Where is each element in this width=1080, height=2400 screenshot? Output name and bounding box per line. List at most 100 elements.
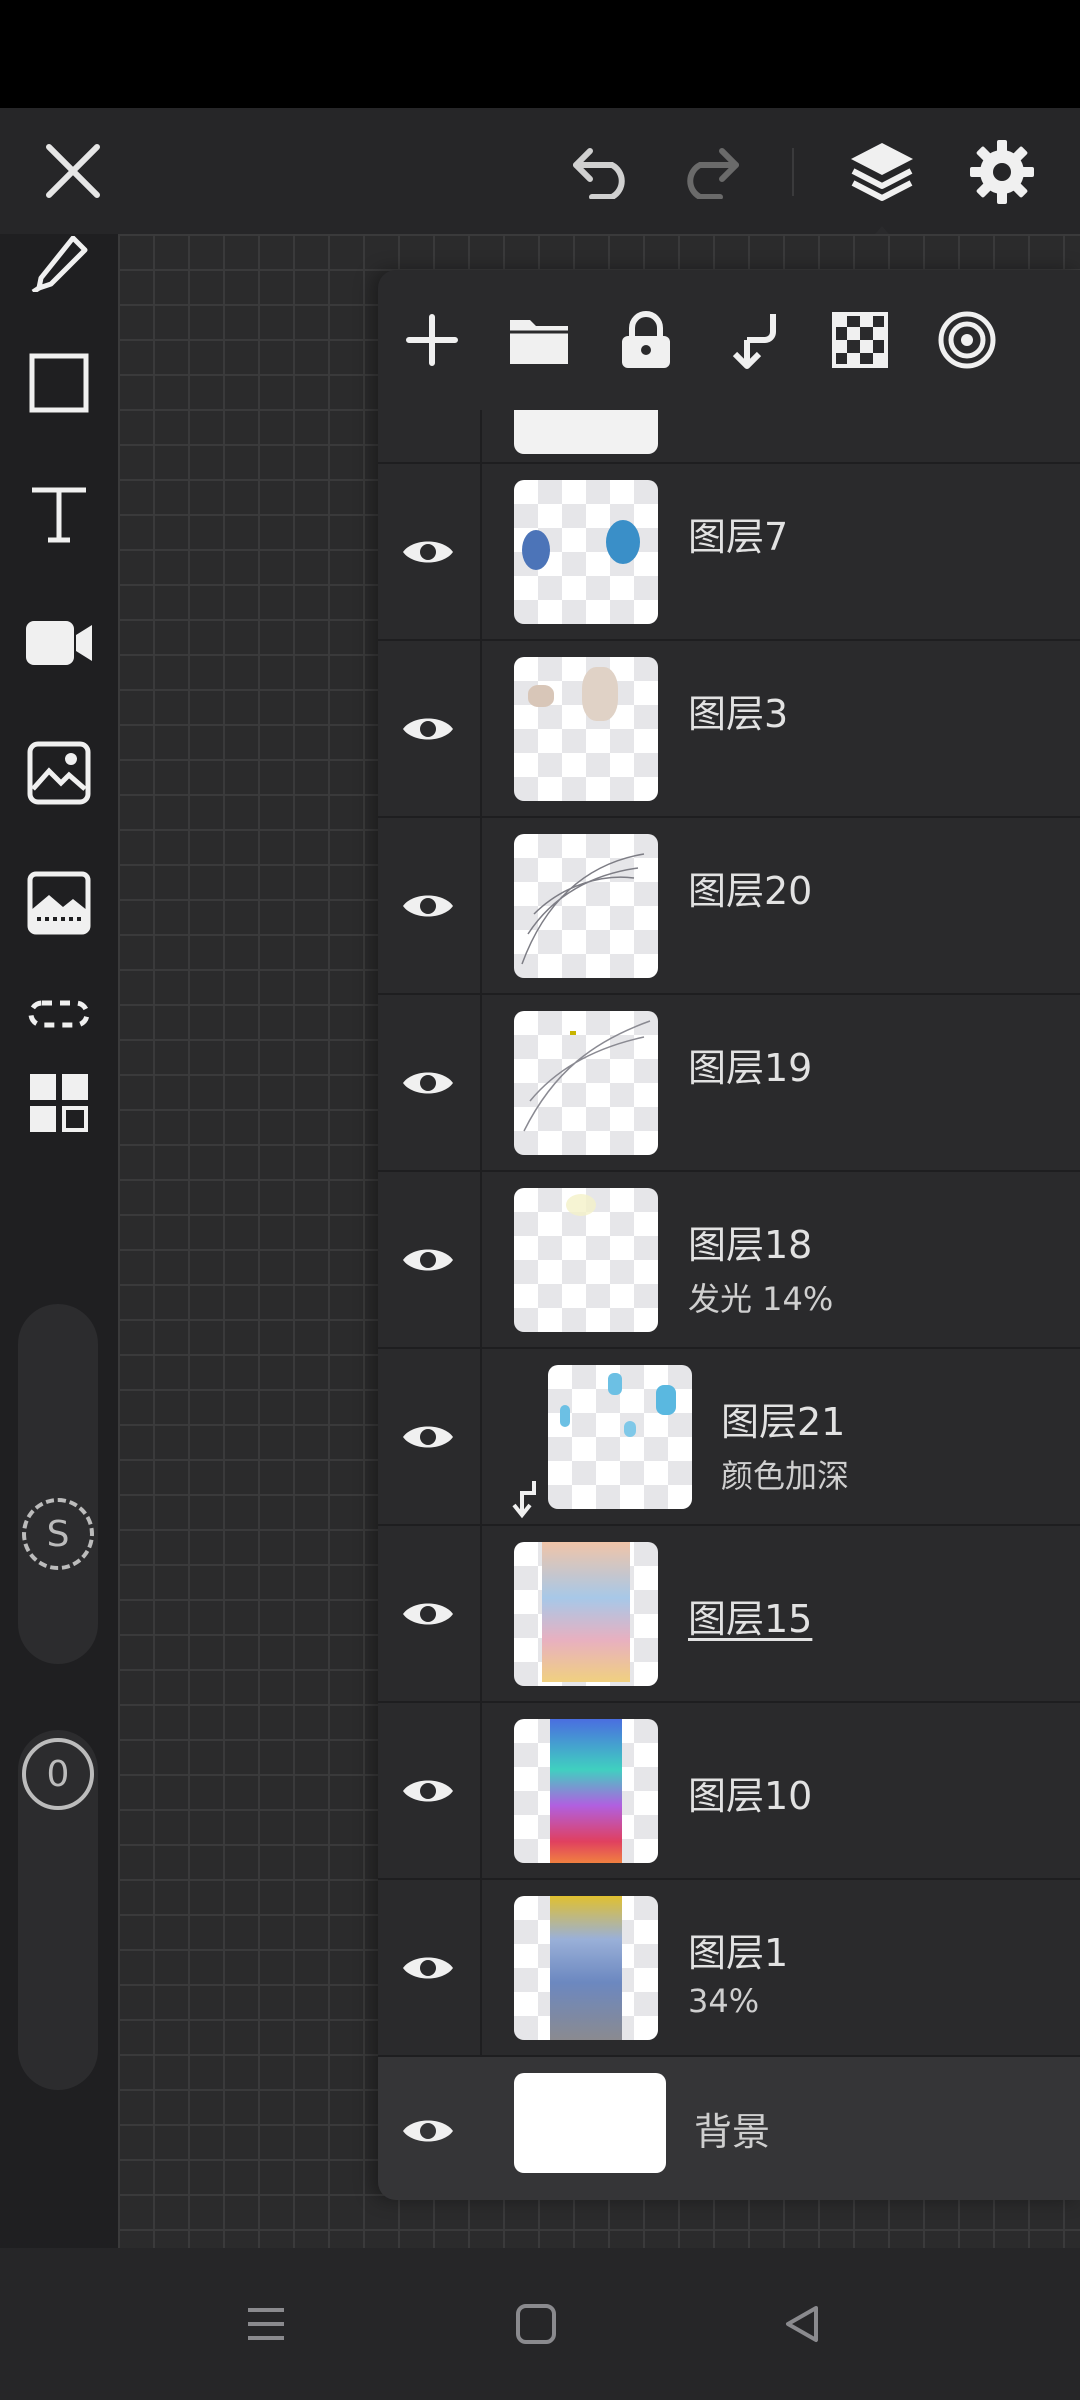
row-divider — [480, 818, 482, 993]
close-icon[interactable] — [30, 128, 116, 214]
eye-icon[interactable] — [378, 995, 478, 1170]
background-layer-row[interactable]: 背景 — [378, 2057, 1080, 2200]
eye-icon[interactable] — [378, 1703, 478, 1878]
row-divider — [480, 641, 482, 816]
eye-icon[interactable] — [378, 818, 478, 993]
lock-icon[interactable] — [592, 270, 699, 410]
thumb-shape — [550, 1896, 622, 2040]
eye-icon[interactable] — [378, 1880, 478, 2055]
redo-icon[interactable] — [666, 128, 752, 214]
row-divider — [480, 410, 482, 462]
thumb-sketch — [523, 1020, 651, 1132]
layer-name: 图层15 — [688, 1597, 813, 1641]
eye-icon[interactable] — [378, 641, 478, 816]
layer-name: 图层1 — [688, 1931, 789, 1975]
status-bar — [0, 0, 1080, 108]
thumb-shape — [606, 520, 640, 564]
target-icon[interactable] — [913, 270, 1020, 410]
thumb-sketch — [521, 853, 645, 965]
layer-blend-info: 颜色加深 — [721, 1457, 850, 1495]
eye-icon[interactable] — [378, 1526, 478, 1701]
layer-panel: 图层7 图层3 图层20 图层19 图层18 发光 14% 图层21 颜色加深 … — [378, 270, 1080, 2200]
thumb-shape — [608, 1373, 622, 1395]
layer-name: 图层20 — [688, 869, 813, 913]
thumb-shape — [582, 667, 618, 721]
layer-row[interactable]: 图层20 — [378, 818, 1080, 995]
thumb-shape — [656, 1385, 676, 1415]
thumb-shape — [550, 1719, 622, 1863]
row-divider — [480, 1703, 482, 1878]
grid-icon[interactable] — [20, 1064, 98, 1142]
layer-list: 图层7 图层3 图层20 图层19 图层18 发光 14% 图层21 颜色加深 … — [378, 410, 1080, 2200]
layer-thumbnail — [514, 1719, 658, 1863]
row-divider — [480, 1526, 482, 1701]
thumb-shape — [528, 685, 554, 707]
layer-thumbnail — [514, 410, 658, 454]
layer-blend-info: 发光 14% — [688, 1280, 834, 1318]
top-bar — [0, 108, 1080, 242]
opacity-slider[interactable]: 0 — [18, 1730, 98, 2090]
opacity-label: 0 — [46, 1753, 70, 1795]
row-divider — [480, 1349, 482, 1524]
layer-row-partial[interactable] — [378, 410, 1080, 464]
folder-icon[interactable] — [485, 270, 592, 410]
image-frame-icon[interactable] — [20, 864, 98, 942]
brush-size-badge[interactable]: S — [22, 1498, 94, 1570]
layer-name: 图层3 — [688, 692, 789, 736]
merge-down-icon[interactable] — [699, 270, 806, 410]
background-label: 背景 — [694, 2110, 771, 2154]
system-nav-bar — [0, 2248, 1080, 2400]
layer-name: 图层10 — [688, 1774, 813, 1818]
opacity-badge[interactable]: 0 — [22, 1738, 94, 1810]
layer-thumbnail — [514, 1542, 658, 1686]
add-layer-icon[interactable] — [378, 270, 485, 410]
layer-thumbnail — [514, 834, 658, 978]
background-thumbnail — [514, 2073, 666, 2173]
eye-icon[interactable] — [378, 1172, 478, 1347]
text-icon[interactable] — [20, 474, 98, 552]
layer-row[interactable]: 图层3 — [378, 641, 1080, 818]
layer-row[interactable]: 图层10 — [378, 1703, 1080, 1880]
brush-size-slider[interactable]: S — [18, 1304, 98, 1664]
layer-thumbnail — [514, 1011, 658, 1155]
video-camera-icon[interactable] — [20, 604, 98, 682]
layer-thumbnail — [514, 480, 658, 624]
row-divider — [480, 464, 482, 639]
toolbar-divider — [792, 148, 794, 196]
eye-icon[interactable] — [378, 1349, 478, 1524]
layer-thumbnail — [514, 657, 658, 801]
left-toolbar: S 0 — [0, 234, 118, 2248]
image-import-icon[interactable] — [20, 734, 98, 812]
layer-thumbnail — [514, 1896, 658, 2040]
layer-row[interactable]: 图层7 — [378, 464, 1080, 641]
dotted-selection-icon[interactable] — [20, 994, 98, 1034]
layer-thumbnail — [548, 1365, 692, 1509]
eye-icon[interactable] — [378, 2057, 478, 2200]
back-icon[interactable] — [766, 2288, 838, 2360]
layer-opacity-info: 34% — [688, 1982, 760, 2020]
layer-name: 图层21 — [721, 1400, 846, 1444]
layer-panel-toolbar — [378, 270, 1080, 410]
thumb-shape — [542, 1542, 630, 1682]
thumb-shape — [560, 1405, 570, 1427]
thumb-shape — [522, 530, 550, 570]
layer-row[interactable]: 图层1 34% — [378, 1880, 1080, 2057]
layer-name: 图层7 — [688, 515, 789, 559]
eyedropper-icon[interactable] — [20, 234, 98, 294]
clipping-arrow-icon — [510, 1479, 540, 1523]
brush-size-label: S — [46, 1513, 70, 1555]
recent-apps-icon[interactable] — [230, 2288, 302, 2360]
checker-icon[interactable] — [806, 270, 913, 410]
undo-icon[interactable] — [560, 128, 646, 214]
eye-icon[interactable] — [378, 464, 478, 639]
layer-row[interactable]: 图层19 — [378, 995, 1080, 1172]
layer-row-clipped[interactable]: 图层21 颜色加深 — [378, 1349, 1080, 1526]
layer-row-selected[interactable]: 图层15 — [378, 1526, 1080, 1703]
gear-icon[interactable] — [956, 126, 1048, 218]
layer-name: 图层19 — [688, 1046, 813, 1090]
home-icon[interactable] — [500, 2288, 572, 2360]
layers-icon[interactable] — [836, 126, 928, 218]
rectangle-icon[interactable] — [20, 344, 98, 422]
layer-row[interactable]: 图层18 发光 14% — [378, 1172, 1080, 1349]
layer-thumbnail — [514, 1188, 658, 1332]
